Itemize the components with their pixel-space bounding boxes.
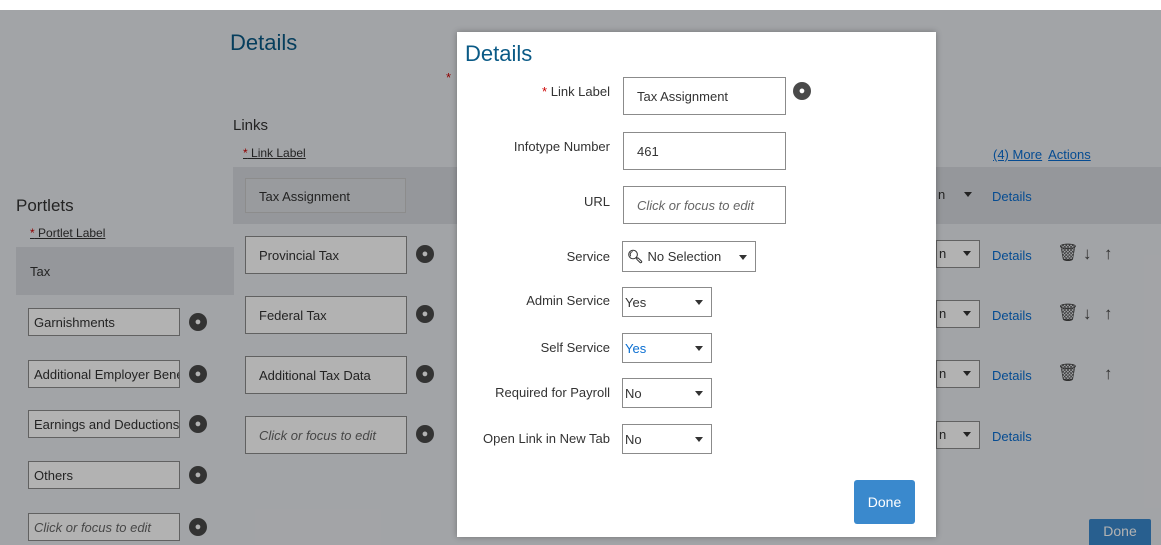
link-label-label: * Link Label bbox=[542, 84, 610, 99]
service-select[interactable]: 🔍︎ No Selection bbox=[622, 241, 756, 272]
infotype-number-input[interactable]: 461 bbox=[623, 132, 786, 170]
service-label: Service bbox=[566, 249, 610, 264]
admin-service-select[interactable]: Yes bbox=[622, 287, 712, 317]
chevron-down-icon bbox=[695, 437, 703, 442]
top-bar bbox=[0, 0, 1161, 10]
link-label-input[interactable]: Tax Assignment bbox=[623, 77, 786, 115]
open-link-new-tab-select[interactable]: No bbox=[622, 424, 712, 454]
details-modal: Details * Link Label Tax Assignment ● In… bbox=[457, 32, 936, 537]
chevron-down-icon bbox=[695, 346, 703, 351]
admin-service-label: Admin Service bbox=[526, 293, 610, 308]
url-input[interactable]: Click or focus to edit bbox=[623, 186, 786, 224]
self-service-select[interactable]: Yes bbox=[622, 333, 712, 363]
chevron-down-icon bbox=[695, 391, 703, 396]
chevron-down-icon bbox=[739, 255, 747, 260]
search-icon: 🔍︎ bbox=[627, 249, 644, 264]
self-service-label: Self Service bbox=[540, 340, 610, 355]
required-for-payroll-label: Required for Payroll bbox=[495, 385, 610, 400]
required-for-payroll-select[interactable]: No bbox=[622, 378, 712, 408]
modal-title: Details bbox=[465, 41, 533, 66]
infotype-number-label: Infotype Number bbox=[513, 139, 610, 154]
url-label: URL bbox=[583, 194, 610, 209]
globe-icon[interactable]: ● bbox=[793, 82, 811, 100]
required-star: * bbox=[542, 84, 548, 99]
open-link-new-tab-label: Open Link in New Tab bbox=[483, 431, 610, 446]
done-button[interactable]: Done bbox=[854, 480, 915, 524]
chevron-down-icon bbox=[695, 300, 703, 305]
